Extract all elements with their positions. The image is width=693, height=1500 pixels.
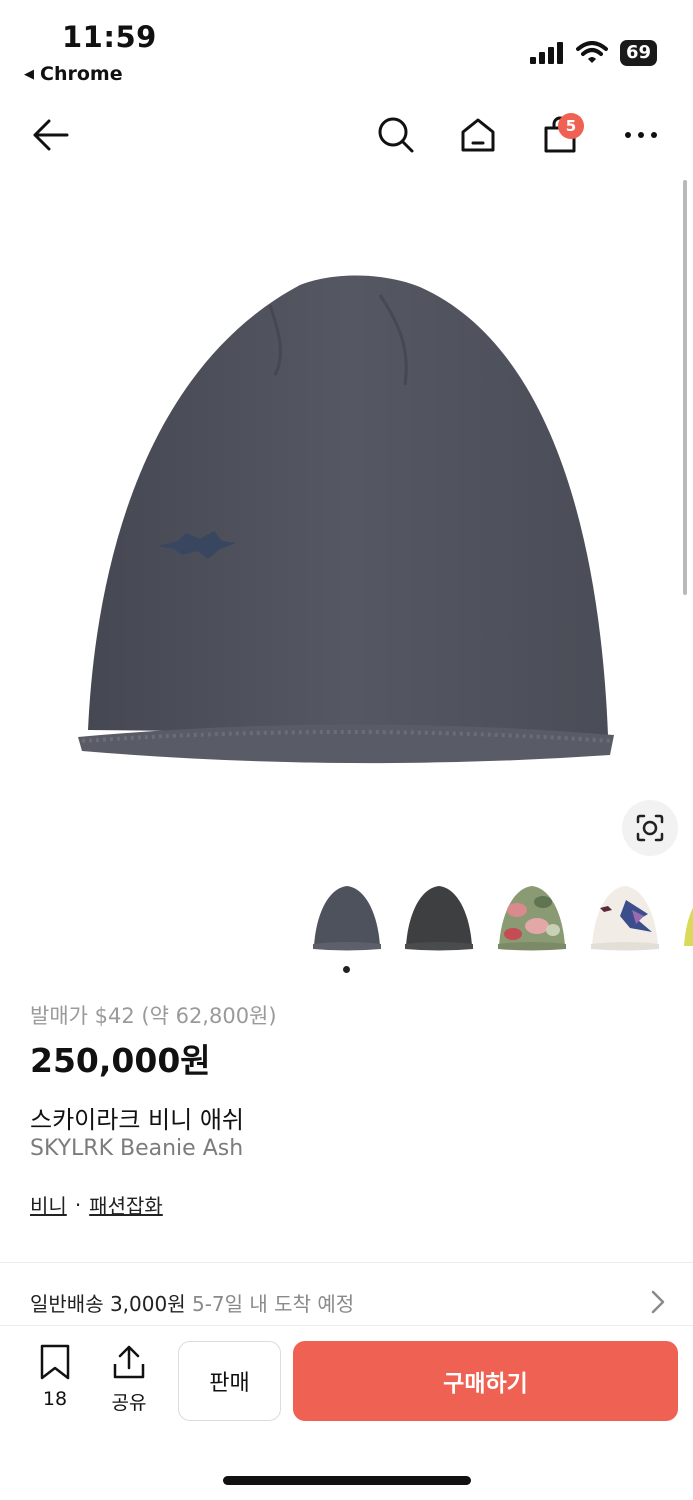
product-image-carousel[interactable] — [0, 175, 693, 875]
carousel-page-indicator — [343, 966, 350, 973]
more-dots-icon — [625, 132, 657, 138]
product-name-korean: 스카이라크 비니 애쉬 — [30, 1106, 244, 1134]
battery-indicator: 69 — [619, 40, 657, 66]
bookmark-button[interactable]: 18 — [30, 1344, 80, 1410]
buy-button[interactable]: 구매하기 — [293, 1341, 678, 1421]
category-breadcrumb: 비니 · 패션잡화 — [30, 1190, 163, 1219]
search-button[interactable] — [371, 110, 421, 160]
bookmark-icon — [40, 1344, 70, 1380]
sell-button[interactable]: 판매 — [178, 1341, 281, 1421]
bookmark-count: 18 — [42, 1388, 68, 1410]
bottom-action-bar: 18 공유 판매 구매하기 — [0, 1328, 693, 1438]
top-nav: 5 — [0, 100, 693, 170]
thumb-camo-image — [498, 886, 566, 951]
home-button[interactable] — [453, 110, 503, 160]
status-icons: 69 — [529, 40, 657, 66]
home-icon — [461, 118, 495, 152]
beanie-image — [78, 275, 614, 764]
thumbnail-camo[interactable] — [493, 880, 571, 958]
cart-count-badge: 5 — [558, 113, 584, 139]
cellular-signal-icon — [529, 42, 563, 64]
lens-icon — [636, 814, 664, 842]
status-bar: 11:59 ◀ Chrome 69 — [0, 0, 693, 100]
bottom-bar-divider — [0, 1325, 693, 1326]
thumb-white-print-image — [591, 886, 659, 951]
thumb-ash-image — [313, 886, 381, 951]
back-app-label: Chrome — [40, 63, 123, 85]
arrow-left-icon — [33, 119, 69, 151]
search-icon — [378, 117, 414, 153]
cart-button[interactable]: 5 — [535, 110, 585, 160]
back-to-app-link[interactable]: ◀ Chrome — [24, 63, 123, 85]
thumbnail-white-print[interactable] — [586, 880, 664, 958]
more-options-button[interactable] — [616, 110, 666, 160]
shipping-info-row[interactable]: 일반배송 3,000원 5-7일 내 도착 예정 — [30, 1288, 354, 1317]
share-icon — [113, 1345, 145, 1379]
visual-search-button[interactable] — [622, 800, 678, 856]
thumbnail-black[interactable] — [400, 880, 478, 958]
image-scrollbar[interactable] — [683, 180, 687, 595]
thumbnail-ash[interactable] — [308, 880, 386, 958]
shipping-label: 일반배송 3,000원 — [30, 1292, 186, 1316]
wifi-icon — [575, 41, 608, 63]
category-link-beanie[interactable]: 비니 — [30, 1190, 67, 1219]
share-label: 공유 — [111, 1392, 147, 1414]
product-name-english: SKYLRK Beanie Ash — [30, 1136, 244, 1161]
home-indicator[interactable] — [223, 1476, 471, 1485]
thumb-black-image — [405, 886, 473, 951]
section-divider — [0, 1262, 693, 1263]
back-button[interactable] — [26, 110, 76, 160]
category-separator: · — [74, 1192, 82, 1217]
category-link-fashion-goods[interactable]: 패션잡화 — [89, 1190, 163, 1219]
thumb-yellow-image — [684, 907, 693, 946]
color-variant-thumbnails — [0, 880, 693, 960]
chevron-right-icon — [651, 1290, 665, 1314]
shipping-eta: 5-7일 내 도착 예정 — [191, 1292, 355, 1316]
share-button[interactable]: 공유 — [104, 1344, 154, 1415]
back-triangle-icon: ◀ — [24, 66, 34, 82]
current-price: 250,000원 — [30, 1041, 211, 1080]
thumbnail-yellow[interactable] — [678, 880, 693, 958]
release-price: 발매가 $42 (약 62,800원) — [30, 1004, 277, 1028]
status-time: 11:59 — [62, 20, 157, 54]
